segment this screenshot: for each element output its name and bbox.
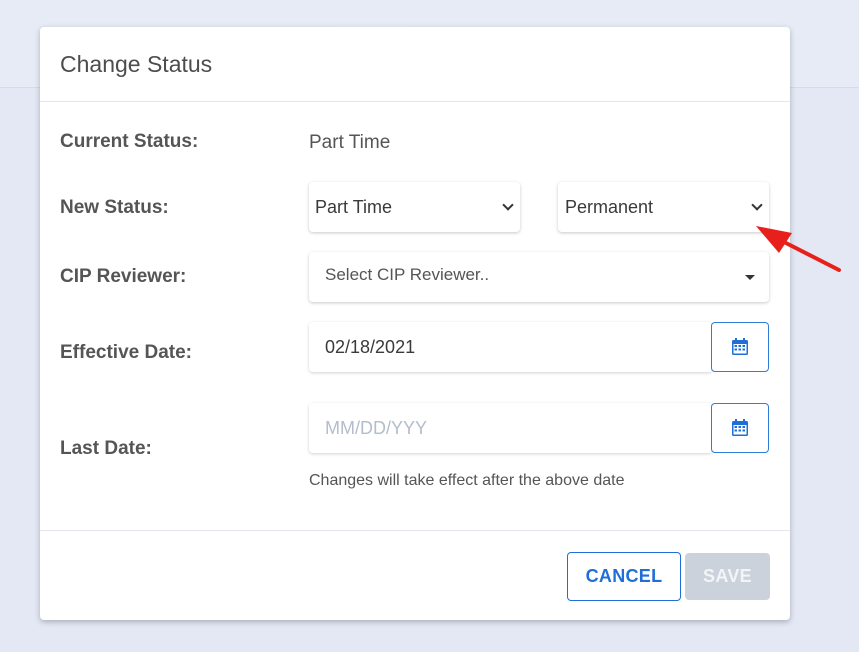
caret-down-icon bbox=[745, 274, 755, 280]
save-button[interactable]: SAVE bbox=[685, 553, 770, 600]
new-status-from-select[interactable]: Part Time bbox=[309, 182, 520, 232]
cip-reviewer-label: CIP Reviewer: bbox=[60, 266, 187, 287]
effective-date-label: Effective Date: bbox=[60, 342, 192, 363]
chevron-down-icon bbox=[751, 198, 763, 211]
new-status-to-value: Permanent bbox=[565, 196, 654, 217]
calendar-icon bbox=[732, 419, 748, 436]
last-date-label: Last Date: bbox=[60, 438, 152, 459]
last-date-input[interactable]: MM/DD/YYY bbox=[309, 403, 711, 453]
cancel-button[interactable]: CANCEL bbox=[567, 552, 681, 601]
last-date-calendar-button[interactable] bbox=[711, 403, 769, 453]
new-status-to-select[interactable]: Permanent bbox=[558, 182, 769, 232]
dialog-header: Change Status bbox=[40, 27, 790, 102]
chevron-down-icon bbox=[502, 198, 514, 211]
cip-reviewer-placeholder: Select CIP Reviewer.. bbox=[325, 265, 490, 284]
last-date-hint: Changes will take effect after the above… bbox=[309, 472, 625, 489]
change-status-dialog: Change Status Current Status: Part Time … bbox=[40, 27, 790, 620]
dialog-footer: CANCEL SAVE bbox=[40, 530, 790, 620]
effective-date-calendar-button[interactable] bbox=[711, 322, 769, 372]
effective-date-input[interactable]: 02/18/2021 bbox=[309, 322, 711, 372]
current-status-value: Part Time bbox=[309, 132, 391, 153]
dialog-title: Change Status bbox=[60, 50, 213, 77]
new-status-label: New Status: bbox=[60, 197, 169, 218]
current-status-label: Current Status: bbox=[60, 131, 199, 152]
new-status-from-value: Part Time bbox=[315, 196, 393, 217]
calendar-icon bbox=[732, 338, 748, 355]
cip-reviewer-select[interactable]: Select CIP Reviewer.. bbox=[309, 252, 769, 302]
